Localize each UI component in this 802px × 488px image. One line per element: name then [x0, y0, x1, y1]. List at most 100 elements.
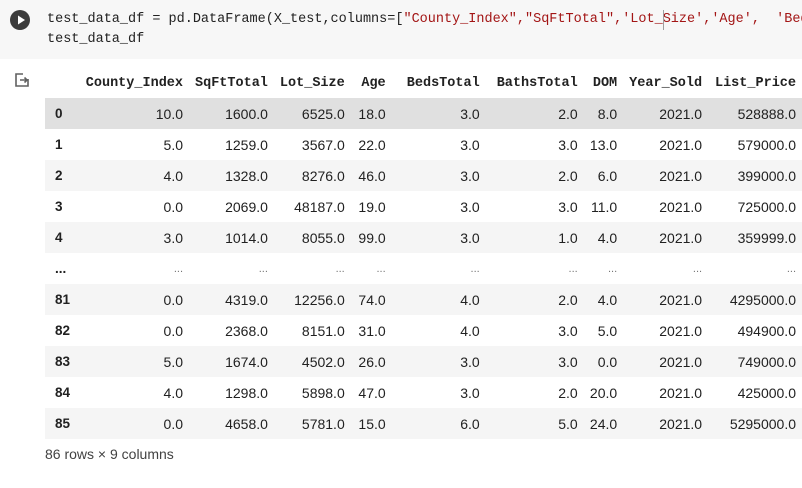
table-cell: ... [608, 262, 618, 275]
table-cell: 399000.0 [737, 167, 796, 184]
table-cell: 725000.0 [737, 198, 796, 215]
table-cell: 3.0 [460, 136, 480, 153]
table-cell: 99.0 [358, 229, 386, 246]
table-cell: 10.0 [155, 105, 183, 122]
table-cell: 12256.0 [294, 291, 345, 308]
table-cell: ... [470, 262, 480, 275]
table-cell: 18.0 [358, 105, 386, 122]
table-row: 4 3.0 1014.0 8055.0 99.0 3.0 1.0 4.0 2021.0 35999… [45, 222, 802, 253]
column-header: Lot_Size [279, 75, 345, 91]
table-row: 84 4.0 1298.0 5898.0 47.0 3.0 2.0 20.0 2021.0 425… [45, 377, 802, 408]
table-cell: 1298.0 [225, 384, 268, 401]
table-row: .............................. [45, 253, 802, 284]
table-cell: 2021.0 [659, 322, 703, 339]
table-cell: 1259.0 [225, 136, 268, 153]
table-cell: 47.0 [358, 384, 386, 401]
table-cell: 5295000.0 [729, 415, 796, 432]
table-cell: 2368.0 [225, 322, 268, 339]
table-cell: 2.0 [558, 105, 578, 122]
table-cell: 4.0 [597, 229, 618, 246]
table-cell: 2021.0 [659, 136, 703, 153]
table-cell: ... [376, 262, 386, 275]
row-index: 0 [55, 106, 63, 121]
table-cell: 4.0 [163, 384, 183, 401]
column-header: Year_Sold [629, 75, 703, 91]
code-cell[interactable]: test_data_df = pd.DataFrame(X_test,colum… [0, 0, 802, 59]
table-header-row: County_Index SqFtTotal Lot_Size Age BedsTota… [45, 68, 802, 98]
row-index: 82 [55, 323, 71, 338]
row-index: 3 [55, 199, 63, 214]
table-cell: 11.0 [590, 198, 618, 215]
table-cell: 4.0 [163, 167, 183, 184]
table-cell: 579000.0 [737, 136, 796, 153]
table-row: 1 5.0 1259.0 3567.0 22.0 3.0 3.0 13.0 2021.0 5790… [45, 129, 802, 160]
table-cell: 4295000.0 [729, 291, 796, 308]
table-cell: 0.0 [163, 198, 183, 215]
table-cell: 5.0 [597, 322, 618, 339]
run-cell-button[interactable] [10, 10, 30, 30]
table-cell: 3.0 [460, 229, 480, 246]
code-line-1-strings: "County_Index","SqFtTotal",'Lot_Size','A… [403, 12, 802, 27]
table-cell: 48187.0 [294, 198, 345, 215]
table-cell: 0.0 [163, 415, 183, 432]
table-cell: 4319.0 [225, 291, 268, 308]
table-cell: 15.0 [358, 415, 386, 432]
output-redirect-icon[interactable] [14, 72, 30, 88]
table-cell: 3.0 [460, 384, 480, 401]
index-header [45, 68, 76, 98]
table-row: 85 0.0 4658.0 5781.0 15.0 6.0 5.0 24.0 2021.0 529… [45, 408, 802, 439]
table-cell: 46.0 [358, 167, 386, 184]
table-cell: 6.0 [597, 167, 618, 184]
table-cell: 528888.0 [737, 105, 796, 122]
table-cell: 1600.0 [225, 105, 268, 122]
table-cell: 3.0 [558, 198, 578, 215]
table-cell: 6.0 [460, 415, 480, 432]
row-index: 1 [55, 137, 63, 152]
table-cell: 359999.0 [737, 229, 796, 246]
table-cell: 5898.0 [301, 384, 345, 401]
table-cell: 2021.0 [659, 353, 703, 370]
code-line-1-prefix: test_data_df = pd.DataFrame(X_test,colum… [47, 12, 404, 27]
table-cell: 0.0 [597, 353, 618, 370]
table-cell: 3567.0 [301, 136, 345, 153]
table-cell: 4.0 [460, 291, 480, 308]
column-header: SqFtTotal [195, 75, 268, 91]
table-cell: 20.0 [589, 384, 618, 401]
table-cell: 31.0 [358, 322, 386, 339]
table-row: 81 0.0 4319.0 12256.0 74.0 4.0 2.0 4.0 2021.0 429… [45, 284, 802, 315]
table-cell: 3.0 [163, 229, 183, 246]
column-header: BedsTotal [406, 75, 480, 91]
row-index: 81 [55, 292, 71, 307]
table-cell: 3.0 [460, 167, 480, 184]
dataframe-summary: 86 rows × 9 columns [45, 446, 174, 462]
table-cell: ... [568, 262, 578, 275]
code-editor[interactable]: test_data_df = pd.DataFrame(X_test,colum… [47, 10, 802, 50]
row-index: 84 [55, 385, 71, 400]
table-cell: 5.0 [163, 353, 183, 370]
table-cell: 0.0 [163, 291, 183, 308]
table-cell: 4502.0 [301, 353, 345, 370]
play-icon [18, 15, 25, 25]
table-cell: 2069.0 [225, 198, 268, 215]
table-cell: 749000.0 [737, 353, 796, 370]
table-cell: ... [786, 262, 796, 275]
table-cell: 2021.0 [659, 291, 703, 308]
table-cell: ... [335, 262, 345, 275]
table-cell: 22.0 [358, 136, 386, 153]
table-cell: 494900.0 [737, 322, 796, 339]
column-header: List_Price [714, 75, 796, 91]
row-index: ... [55, 261, 67, 276]
table-cell: 4658.0 [225, 415, 268, 432]
row-index: 85 [55, 416, 71, 431]
table-cell: 2021.0 [659, 167, 703, 184]
table-cell: 3.0 [460, 105, 480, 122]
table-cell: 2.0 [558, 167, 578, 184]
table-row: 82 0.0 2368.0 8151.0 31.0 4.0 3.0 5.0 2021.0 4949… [45, 315, 802, 346]
table-cell: 6525.0 [301, 105, 345, 122]
row-index: 83 [55, 354, 71, 369]
table-cell: 19.0 [358, 198, 386, 215]
column-header: County_Index [85, 75, 183, 91]
table-cell: 2021.0 [659, 198, 703, 215]
table-cell: 2021.0 [659, 105, 703, 122]
table-cell: 3.0 [558, 136, 578, 153]
